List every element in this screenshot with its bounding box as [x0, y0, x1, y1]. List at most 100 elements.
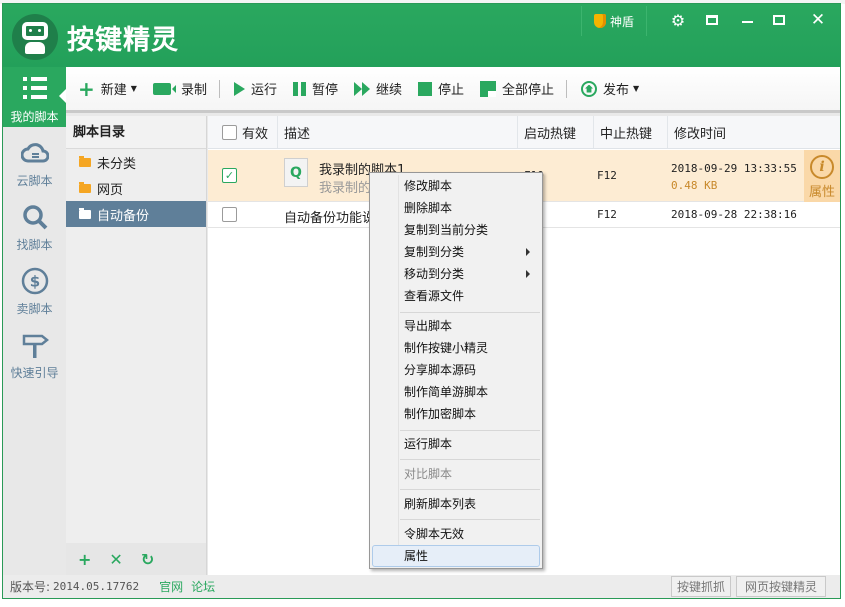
nav-find-scripts[interactable]: 找脚本 — [3, 195, 66, 255]
stop-hotkey: F12 — [597, 208, 617, 221]
stop-all-button[interactable]: 全部停止 — [480, 79, 554, 98]
menu-item-properties[interactable]: 属性 — [372, 545, 540, 567]
minimize-button[interactable] — [736, 10, 758, 30]
info-icon: i — [810, 155, 834, 179]
toolbar: + 新建 ▼ 录制 运行 暂停 继续 停止 全部停止 发布 ▼ — [66, 67, 840, 113]
nav-my-scripts[interactable]: 我的脚本 — [3, 67, 66, 127]
publish-home-icon — [581, 80, 598, 97]
fast-forward-icon — [353, 81, 370, 96]
key-capture-button[interactable]: 按键抓抓 — [671, 576, 731, 597]
menu-item-copy-to-category[interactable]: 复制到分类 — [372, 241, 540, 263]
resume-button[interactable]: 继续 — [353, 79, 402, 98]
category-item-selected[interactable]: 自动备份 — [66, 201, 206, 227]
menu-item-refresh-list[interactable]: 刷新脚本列表 — [372, 493, 540, 515]
properties-button[interactable]: i 属性 — [804, 150, 840, 202]
column-description[interactable]: 描述 — [278, 116, 518, 148]
menu-separator — [400, 430, 540, 431]
menu-item-export-script[interactable]: 导出脚本 — [372, 315, 540, 337]
left-nav: 我的脚本 云脚本 找脚本 $ 卖脚本 快速引导 — [3, 67, 66, 575]
new-button[interactable]: + 新建 ▼ — [78, 76, 137, 101]
search-icon — [23, 205, 48, 230]
skin-menu-icon[interactable] — [701, 10, 723, 30]
nav-sell-scripts[interactable]: $ 卖脚本 — [3, 259, 66, 319]
menu-separator — [400, 489, 540, 490]
delete-category-button[interactable]: ✕ — [109, 550, 122, 569]
folder-icon — [79, 181, 91, 193]
dollar-icon: $ — [21, 267, 49, 295]
select-all-checkbox[interactable] — [222, 124, 237, 140]
menu-item-make-simple-game-script[interactable]: 制作简单游脚本 — [372, 381, 540, 403]
menu-separator — [400, 459, 540, 460]
menu-separator — [400, 519, 540, 520]
desktop-background-bottom — [0, 598, 845, 607]
close-button[interactable]: ✕ — [807, 10, 829, 30]
column-start-hotkey[interactable]: 启动热键 — [518, 116, 594, 148]
menu-item-make-mini-elf[interactable]: 制作按键小精灵 — [372, 337, 540, 359]
table-header: 有效 描述 启动热键 中止热键 修改时间 — [208, 116, 840, 149]
column-stop-hotkey[interactable]: 中止热键 — [594, 116, 668, 148]
shield-icon — [593, 14, 606, 28]
version-number: 2014.05.17762 — [53, 580, 140, 593]
menu-item-compare-script: 对比脚本 — [404, 467, 453, 481]
plus-icon: + — [78, 76, 95, 101]
camera-icon — [152, 82, 176, 95]
menu-item-make-encrypted-script[interactable]: 制作加密脚本 — [372, 403, 540, 425]
list-icon — [21, 75, 49, 103]
menu-item-run-script[interactable]: 运行脚本 — [372, 433, 540, 455]
play-icon — [233, 81, 245, 96]
forum-link[interactable]: 论坛 — [191, 578, 215, 595]
nav-quick-guide[interactable]: 快速引导 — [3, 323, 66, 383]
file-size: 0.48 KB — [671, 179, 718, 192]
add-category-button[interactable]: + — [78, 550, 91, 569]
modified-time: 2018-09-28 22:38:16 — [671, 208, 797, 221]
enabled-checkbox[interactable]: ✓ — [222, 168, 237, 183]
column-modified-time[interactable]: 修改时间 — [668, 116, 840, 148]
shield-button[interactable]: 神盾 — [581, 6, 647, 36]
run-button[interactable]: 运行 — [233, 79, 277, 98]
toolbar-divider — [566, 79, 568, 98]
menu-item-edit-script[interactable]: 修改脚本 — [372, 175, 540, 197]
submenu-arrow-icon — [526, 248, 530, 256]
column-enabled[interactable]: 有效 — [208, 116, 278, 148]
status-bar: 版本号: 2014.05.17762 官网 论坛 按键抓抓 网页按键精灵 — [3, 575, 840, 598]
menu-item-copy-to-current[interactable]: 复制到当前分类 — [372, 219, 540, 241]
svg-text:$: $ — [30, 273, 40, 291]
chevron-down-icon: ▼ — [633, 84, 640, 93]
record-button[interactable]: 录制 — [152, 79, 207, 98]
category-item[interactable]: 未分类 — [66, 149, 206, 175]
stop-all-icon — [480, 80, 497, 97]
enabled-checkbox[interactable] — [222, 207, 237, 222]
stop-icon — [418, 81, 432, 96]
submenu-arrow-icon — [526, 270, 530, 278]
pause-button[interactable]: 暂停 — [292, 79, 338, 98]
cloud-icon — [21, 143, 49, 163]
menu-separator — [400, 312, 540, 313]
menu-item-move-to-category[interactable]: 移动到分类 — [372, 263, 540, 285]
web-keyelf-button[interactable]: 网页按键精灵 — [736, 576, 826, 597]
official-site-link[interactable]: 官网 — [159, 578, 183, 595]
folder-icon — [79, 207, 91, 219]
robot-logo-icon — [12, 14, 58, 60]
stop-button[interactable]: 停止 — [418, 79, 464, 98]
signpost-icon — [22, 334, 49, 358]
maximize-button[interactable] — [768, 10, 790, 30]
category-footer: + ✕ ↻ — [66, 543, 206, 575]
menu-item-view-source[interactable]: 查看源文件 — [372, 285, 540, 307]
settings-gear-icon[interactable]: ⚙ — [667, 10, 689, 30]
publish-button[interactable]: 发布 ▼ — [581, 79, 639, 98]
category-item[interactable]: 网页 — [66, 175, 206, 201]
menu-item-delete-script[interactable]: 删除脚本 — [372, 197, 540, 219]
modified-time: 2018-09-29 13:33:55 — [671, 162, 797, 175]
script-category-panel: 脚本目录 未分类 网页 自动备份 + ✕ ↻ — [66, 116, 207, 575]
pause-icon — [292, 81, 306, 96]
refresh-categories-button[interactable]: ↻ — [141, 550, 154, 569]
menu-item-share-source[interactable]: 分享脚本源码 — [372, 359, 540, 381]
version-label: 版本号: — [10, 580, 51, 594]
menu-item-disable-script[interactable]: 令脚本无效 — [372, 523, 540, 545]
nav-cloud-scripts[interactable]: 云脚本 — [3, 131, 66, 191]
context-menu: 修改脚本 删除脚本 复制到当前分类 复制到分类 移动到分类 查看源文件 导出脚本… — [369, 172, 543, 569]
toolbar-divider — [218, 79, 220, 98]
title-bar[interactable]: 按键精灵 神盾 ⚙ ✕ — [3, 4, 840, 67]
folder-icon — [79, 155, 91, 167]
category-header: 脚本目录 — [66, 116, 206, 149]
